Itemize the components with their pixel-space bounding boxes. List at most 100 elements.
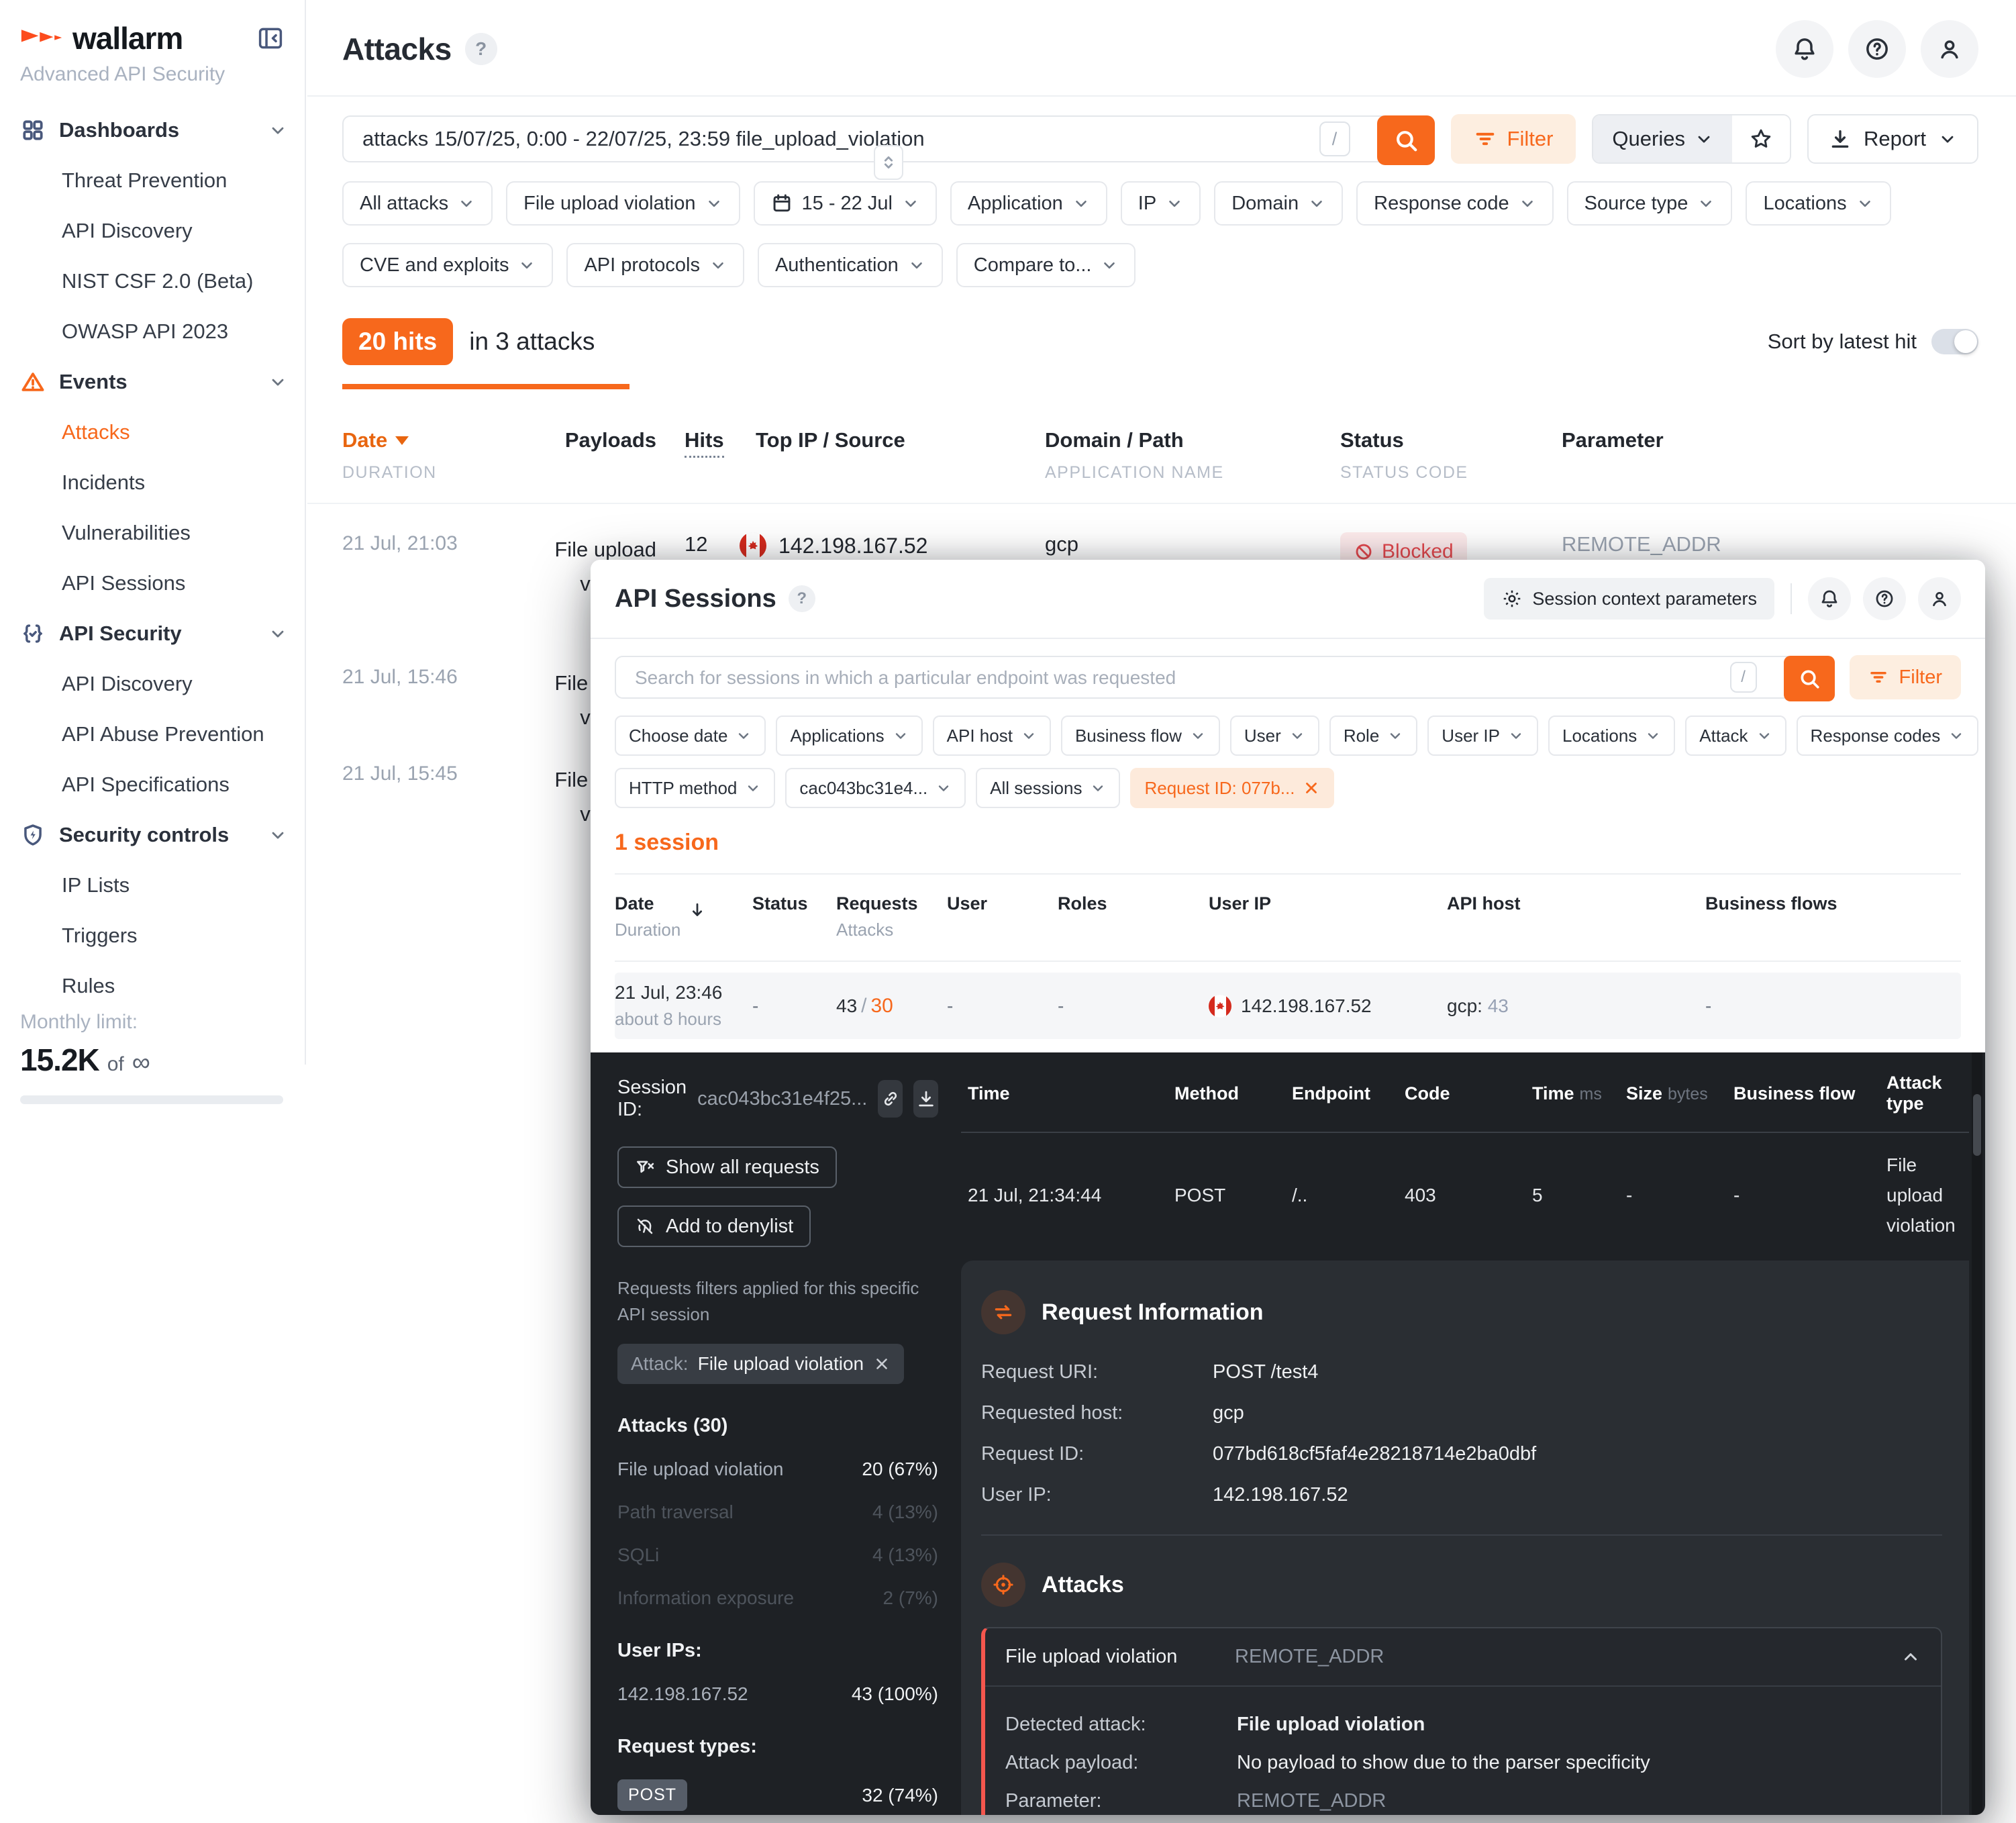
search-button[interactable] — [1377, 115, 1435, 165]
scrollbar-thumb[interactable] — [1973, 1094, 1981, 1156]
sidebar-item-nist-csf[interactable]: NIST CSF 2.0 (Beta) — [20, 256, 287, 306]
modal-account-button[interactable] — [1918, 577, 1961, 620]
page-help-icon[interactable]: ? — [465, 33, 497, 65]
sidebar-item-rules[interactable]: Rules — [20, 960, 287, 1011]
chip-api-protocols[interactable]: API protocols — [566, 243, 744, 287]
chip-user[interactable]: User — [1230, 716, 1319, 756]
chip-compare-to[interactable]: Compare to... — [956, 243, 1136, 287]
sort-toggle[interactable] — [1931, 329, 1978, 354]
stat-post[interactable]: POST32 (74%) — [617, 1779, 938, 1811]
sessions-search-input[interactable] — [635, 665, 1730, 689]
filter-chips-row-2: CVE and exploits API protocols Authentic… — [307, 243, 2016, 287]
stat-information-exposure[interactable]: Information exposure2 (7%) — [617, 1587, 938, 1609]
chip-all-sessions[interactable]: All sessions — [976, 768, 1120, 808]
help-button[interactable] — [1848, 20, 1906, 78]
stat-file-upload-violation[interactable]: File upload violation20 (67%) — [617, 1459, 938, 1480]
copy-session-link-button[interactable] — [878, 1080, 903, 1118]
chip-request-id[interactable]: Request ID: 077b... — [1130, 768, 1334, 808]
download-session-button[interactable] — [913, 1080, 938, 1118]
chip-application[interactable]: Application — [950, 181, 1107, 226]
session-row[interactable]: 21 Jul, 23:46about 8 hours - 43/30 - - 1… — [615, 973, 1961, 1039]
sidebar-item-ip-lists[interactable]: IP Lists — [20, 860, 287, 910]
attacks-search-box[interactable]: / — [342, 115, 1435, 162]
chip-date-range[interactable]: 15 - 22 Jul — [754, 181, 937, 226]
sidebar-item-incidents[interactable]: Incidents — [20, 457, 287, 507]
chevron-up-icon[interactable] — [1901, 1647, 1921, 1667]
sidebar-section-security-controls[interactable]: Security controls — [20, 809, 287, 860]
chip-choose-date[interactable]: Choose date — [615, 716, 766, 756]
chip-source-type[interactable]: Source type — [1567, 181, 1733, 226]
braces-check-icon — [20, 621, 46, 646]
chevron-down-icon — [936, 780, 952, 796]
fingerprint-off-icon — [635, 1216, 655, 1236]
sidebar-item-api-abuse-prevention[interactable]: API Abuse Prevention — [20, 709, 287, 759]
chip-all-attacks[interactable]: All attacks — [342, 181, 493, 226]
chip-business-flow[interactable]: Business flow — [1061, 716, 1220, 756]
column-date[interactable]: Date — [342, 428, 476, 452]
chip-locations-m[interactable]: Locations — [1548, 716, 1675, 756]
chevron-down-icon — [1308, 195, 1325, 212]
chip-response-codes[interactable]: Response codes — [1797, 716, 1979, 756]
sidebar-collapse-button[interactable] — [254, 21, 287, 55]
chip-ip[interactable]: IP — [1121, 181, 1201, 226]
chip-role[interactable]: Role — [1329, 716, 1417, 756]
sidebar-item-api-discovery-2[interactable]: API Discovery — [20, 658, 287, 709]
queries-button[interactable]: Queries — [1593, 115, 1732, 162]
chip-attack[interactable]: Attack — [1685, 716, 1786, 756]
close-icon[interactable] — [873, 1355, 891, 1373]
search-input[interactable] — [362, 127, 1319, 151]
divider — [981, 1534, 1942, 1536]
chip-authentication[interactable]: Authentication — [758, 243, 943, 287]
favorite-query-button[interactable] — [1732, 115, 1790, 162]
question-icon — [1874, 588, 1895, 609]
stat-sqli[interactable]: SQLi4 (13%) — [617, 1544, 938, 1566]
scrollbar-track[interactable] — [1972, 1052, 1982, 1815]
chip-api-host[interactable]: API host — [933, 716, 1051, 756]
show-all-requests-button[interactable]: Show all requests — [617, 1146, 837, 1188]
sidebar-item-api-sessions[interactable]: API Sessions — [20, 558, 287, 608]
chip-cve-exploits[interactable]: CVE and exploits — [342, 243, 553, 287]
chip-response-code[interactable]: Response code — [1356, 181, 1554, 226]
close-icon[interactable] — [1303, 779, 1320, 797]
sidebar-section-events[interactable]: Events — [20, 356, 287, 407]
chip-session-id[interactable]: cac043bc31e4... — [785, 768, 966, 808]
sidebar-item-vulnerabilities[interactable]: Vulnerabilities — [20, 507, 287, 558]
sidebar-item-owasp-api[interactable]: OWASP API 2023 — [20, 306, 287, 356]
chip-locations[interactable]: Locations — [1746, 181, 1891, 226]
chevron-down-icon — [1508, 728, 1524, 744]
sidebar-section-dashboards[interactable]: Dashboards — [20, 105, 287, 155]
modal-help-icon[interactable]: ? — [789, 585, 815, 612]
attack-date: 21 Jul, 15:45 — [342, 762, 476, 785]
add-to-denylist-button[interactable]: Add to denylist — [617, 1205, 811, 1247]
modal-help-button[interactable] — [1863, 577, 1906, 620]
filter-button[interactable]: Filter — [1451, 114, 1576, 164]
chip-domain[interactable]: Domain — [1214, 181, 1343, 226]
notifications-button[interactable] — [1776, 20, 1833, 78]
chip-user-ip[interactable]: User IP — [1427, 716, 1538, 756]
sidebar-section-api-security[interactable]: API Security — [20, 608, 287, 658]
column-hits[interactable]: Hits — [685, 428, 724, 458]
request-row[interactable]: 21 Jul, 21:34:44 POST /.. 403 5 - - File… — [961, 1133, 1969, 1261]
search-resize-handle[interactable] — [874, 145, 903, 180]
sidebar-item-api-specifications[interactable]: API Specifications — [20, 759, 287, 809]
stat-path-traversal[interactable]: Path traversal4 (13%) — [617, 1501, 938, 1523]
chip-attack-type[interactable]: File upload violation — [506, 181, 740, 226]
column-date[interactable]: Date — [615, 893, 681, 914]
stat-user-ip[interactable]: 142.198.167.5243 (100%) — [617, 1683, 938, 1705]
chip-http-method[interactable]: HTTP method — [615, 768, 775, 808]
sidebar-item-attacks[interactable]: Attacks — [20, 407, 287, 457]
report-button[interactable]: Report — [1807, 114, 1978, 164]
account-button[interactable] — [1921, 20, 1978, 78]
sessions-filter-button[interactable]: Filter — [1850, 655, 1961, 699]
sidebar-item-api-discovery[interactable]: API Discovery — [20, 205, 287, 256]
attack-top-ip[interactable]: 142.198.167.52 — [778, 534, 927, 558]
sidebar-item-threat-prevention[interactable]: Threat Prevention — [20, 155, 287, 205]
session-context-parameters-button[interactable]: Session context parameters — [1484, 578, 1774, 620]
sessions-search-box[interactable]: / — [615, 656, 1835, 699]
sessions-search-button[interactable] — [1784, 656, 1835, 701]
attack-card-header[interactable]: File upload violation REMOTE_ADDR — [985, 1628, 1941, 1687]
chip-applications[interactable]: Applications — [776, 716, 922, 756]
sidebar-item-triggers[interactable]: Triggers — [20, 910, 287, 960]
modal-notifications-button[interactable] — [1808, 577, 1851, 620]
attack-filter-chip[interactable]: Attack: File upload violation — [617, 1344, 904, 1384]
